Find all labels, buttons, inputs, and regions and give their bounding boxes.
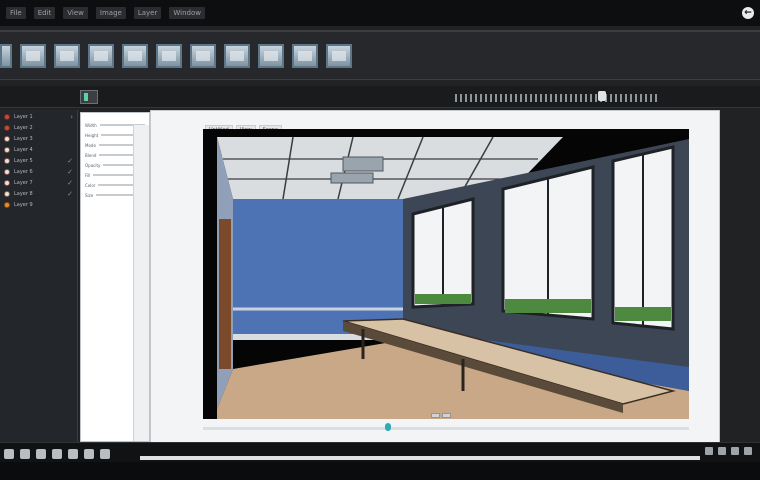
property-label: Height — [85, 132, 99, 138]
image-canvas[interactable] — [203, 129, 689, 419]
property-label: Opacity — [85, 162, 101, 168]
property-label: Color — [85, 182, 96, 188]
visibility-icon[interactable]: ✓ — [67, 179, 73, 187]
layers-panel: Layer 1 › Layer 2 Layer 3 Layer 4 Layer 5… — [0, 110, 78, 442]
active-tool-tab[interactable] — [80, 90, 98, 104]
menu-edit[interactable]: Edit — [33, 7, 56, 19]
layer-row[interactable]: Layer 3 — [0, 134, 77, 143]
property-label: Width — [85, 122, 97, 128]
image-thumbnail-icon[interactable] — [292, 44, 318, 68]
property-label: Blend — [85, 152, 97, 158]
timeline-bar[interactable] — [140, 456, 700, 460]
layer-swatch-icon — [4, 146, 10, 153]
image-thumbnail-icon[interactable] — [88, 44, 114, 68]
layer-row[interactable]: Layer 2 — [0, 123, 77, 132]
image-thumbnail-icon[interactable] — [326, 44, 352, 68]
visibility-icon[interactable]: ✓ — [67, 190, 73, 198]
tool-icon[interactable] — [4, 449, 14, 459]
tool-icon[interactable] — [705, 447, 713, 455]
layer-swatch-icon — [4, 168, 10, 175]
right-tools — [705, 447, 752, 455]
property-column — [133, 125, 149, 441]
menu-window[interactable]: Window — [169, 7, 205, 19]
layer-label: Layer 6 — [14, 168, 33, 175]
property-label: Mode — [85, 142, 96, 148]
thumbnail-strip — [0, 44, 352, 68]
tool-icon[interactable] — [20, 449, 30, 459]
viewer-controls — [431, 413, 451, 418]
layer-label: Layer 8 — [14, 190, 33, 197]
footer-strip — [0, 462, 760, 480]
tool-icon[interactable] — [84, 449, 94, 459]
ceiling-light — [342, 156, 384, 172]
layer-swatch-icon — [4, 157, 10, 164]
menu-layer[interactable]: Layer — [133, 7, 162, 19]
layer-row[interactable]: Layer 1 › — [0, 112, 77, 121]
visibility-icon[interactable]: ✓ — [67, 168, 73, 176]
tool-icon[interactable] — [731, 447, 739, 455]
layer-row[interactable]: Layer 4 — [0, 145, 77, 154]
document-window: Untitled View Scene — [150, 110, 720, 444]
next-frame-button[interactable] — [442, 413, 451, 418]
zoom-handle[interactable] — [598, 91, 606, 101]
tool-indicator-icon — [84, 93, 88, 101]
layer-label: Layer 7 — [14, 179, 33, 186]
menu-bar: File Edit View Image Layer Window ← — [0, 0, 760, 26]
layer-row[interactable]: Layer 9 — [0, 200, 77, 209]
layer-label: Layer 1 — [14, 113, 33, 120]
preset-toolbar — [0, 30, 760, 80]
bottom-tools — [4, 449, 110, 459]
back-arrow-icon[interactable]: ← — [742, 7, 754, 19]
horizontal-scrollbar[interactable] — [203, 427, 689, 430]
tool-icon[interactable] — [36, 449, 46, 459]
layer-swatch-icon — [4, 190, 10, 197]
tool-icon[interactable] — [718, 447, 726, 455]
image-thumbnail-icon[interactable] — [54, 44, 80, 68]
options-bar — [0, 86, 760, 108]
door — [219, 219, 231, 369]
zoom-ruler[interactable] — [455, 94, 660, 102]
layer-label: Layer 5 — [14, 157, 33, 164]
image-thumbnail-icon[interactable] — [190, 44, 216, 68]
tool-icon[interactable] — [744, 447, 752, 455]
prev-frame-button[interactable] — [431, 413, 440, 418]
image-thumbnail-icon[interactable] — [20, 44, 46, 68]
tool-icon[interactable] — [100, 449, 110, 459]
layer-label: Layer 9 — [14, 201, 33, 208]
classroom-image — [217, 136, 689, 419]
properties-panel: Width Height Mode Blend Opacity Fill Col… — [80, 112, 150, 442]
image-thumbnail-icon[interactable] — [122, 44, 148, 68]
ceiling-light — [330, 172, 374, 184]
layer-swatch-icon — [4, 124, 10, 131]
image-thumbnail-icon[interactable] — [156, 44, 182, 68]
layer-swatch-icon — [4, 135, 10, 142]
tool-icon[interactable] — [68, 449, 78, 459]
visibility-icon[interactable]: ✓ — [67, 157, 73, 165]
visibility-icon[interactable]: › — [70, 113, 73, 121]
layer-label: Layer 2 — [14, 124, 33, 131]
menu-image[interactable]: Image — [95, 7, 126, 19]
layer-label: Layer 4 — [14, 146, 33, 153]
layer-row[interactable]: Layer 8 ✓ — [0, 189, 77, 198]
layer-row[interactable]: Layer 7 ✓ — [0, 178, 77, 187]
image-thumbnail-icon[interactable] — [224, 44, 250, 68]
layer-swatch-icon — [4, 201, 10, 208]
image-editor-window: File Edit View Image Layer Window ← Laye… — [0, 0, 760, 480]
scroll-thumb[interactable] — [385, 423, 391, 431]
menu-file[interactable]: File — [6, 7, 26, 19]
layer-row[interactable]: Layer 5 ✓ — [0, 156, 77, 165]
menu-view[interactable]: View — [63, 7, 88, 19]
layer-label: Layer 3 — [14, 135, 33, 142]
tool-icon[interactable] — [52, 449, 62, 459]
property-label: Size — [85, 192, 94, 198]
status-bar — [0, 442, 760, 480]
layer-swatch-icon — [4, 113, 10, 120]
image-thumbnail-icon[interactable] — [258, 44, 284, 68]
layer-row[interactable]: Layer 6 ✓ — [0, 167, 77, 176]
layer-swatch-icon — [4, 179, 10, 186]
property-label: Fill — [85, 172, 91, 178]
back-wall — [233, 199, 403, 334]
image-thumbnail-icon[interactable] — [0, 44, 12, 68]
